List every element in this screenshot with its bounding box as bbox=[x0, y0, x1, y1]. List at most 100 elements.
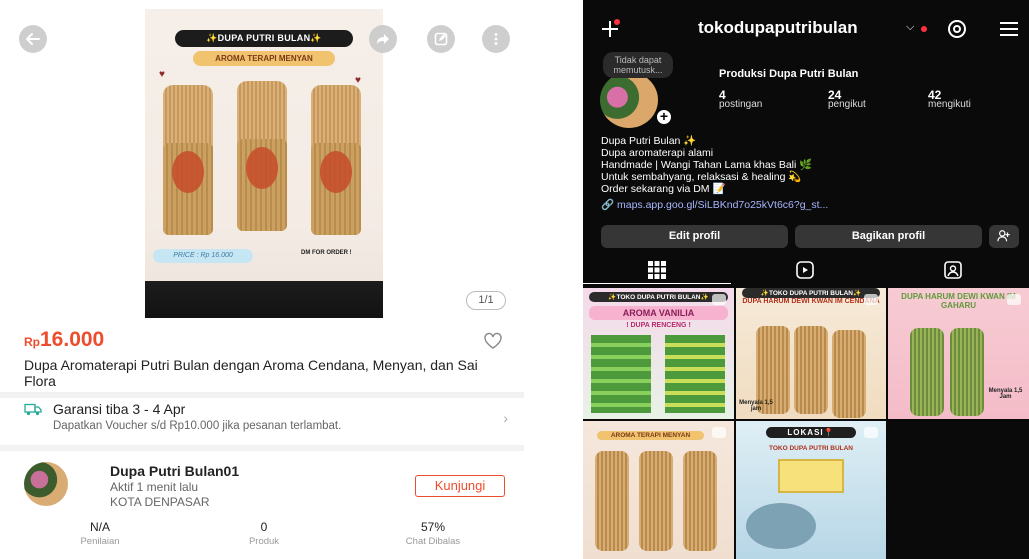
incense-pack bbox=[794, 326, 828, 414]
profile-link-text[interactable]: maps.app.goo.gl/SiLBKnd7o25kVt6c6?g_st..… bbox=[617, 199, 828, 211]
arrow-left-icon bbox=[26, 33, 40, 45]
bio-line: Order sekarang via DM 📝 bbox=[601, 183, 726, 195]
hamburger-menu-icon[interactable] bbox=[999, 21, 1019, 37]
reel-indicator-icon bbox=[864, 294, 878, 305]
post-thumbnail[interactable]: AROMA TERAPI MENYAN bbox=[583, 421, 734, 559]
back-button[interactable] bbox=[19, 25, 47, 53]
map-graphic bbox=[778, 459, 844, 493]
follower-count-label[interactable]: pengikut bbox=[828, 99, 866, 110]
post-caption: AROMA TERAPI MENYAN bbox=[597, 431, 704, 440]
decor-heart-icon: ♥ bbox=[355, 75, 361, 86]
bio-line: Handmade | Wangi Tahan Lama khas Bali 🌿 bbox=[601, 159, 813, 171]
active-tab-indicator bbox=[583, 283, 731, 284]
link-icon: 🔗 bbox=[601, 199, 615, 211]
edit-button[interactable] bbox=[427, 25, 455, 53]
stat-value: 0 bbox=[260, 520, 268, 534]
add-person-icon bbox=[997, 230, 1010, 242]
more-vertical-icon bbox=[494, 33, 498, 45]
decor-heart-icon: ♥ bbox=[159, 69, 165, 80]
image-order-cta: DM FOR ORDER ! bbox=[301, 250, 352, 256]
product-page: ✨DUPA PUTRI BULAN✨ AROMA TERAPI MENYAN ♥… bbox=[0, 0, 524, 559]
section-divider bbox=[0, 392, 524, 398]
visit-store-button[interactable]: Kunjungi bbox=[415, 475, 505, 497]
image-subtitle-text: AROMA TERAPI MENYAN bbox=[193, 51, 335, 66]
reels-tab-icon[interactable] bbox=[795, 260, 815, 280]
share-arrow-icon bbox=[377, 34, 389, 44]
bio-line: Dupa aromaterapi alami bbox=[601, 147, 714, 159]
reel-indicator-icon bbox=[1007, 294, 1021, 305]
product-pile bbox=[591, 335, 651, 413]
truck-icon bbox=[24, 403, 42, 416]
price-value: 16.000 bbox=[40, 328, 105, 351]
share-profile-button[interactable]: Bagikan profil bbox=[795, 225, 982, 248]
add-person-button[interactable] bbox=[989, 225, 1019, 248]
incense-pack bbox=[595, 451, 629, 551]
profile-display-name: Produksi Dupa Putri Bulan bbox=[719, 68, 859, 80]
store-stat-products: 0 Produk bbox=[204, 520, 324, 547]
threads-icon[interactable] bbox=[946, 18, 968, 40]
stat-label: Chat Dibalas bbox=[405, 536, 461, 547]
store-avatar[interactable] bbox=[24, 462, 68, 506]
post-thumbnail[interactable]: DUPA HARUM DEWI KWAN IM GAHARU Menyala 1… bbox=[888, 288, 1029, 419]
post-thumbnail[interactable]: ✨TOKO DUPA PUTRI BULAN✨ DUPA HARUM DEWI … bbox=[736, 288, 886, 419]
image-price-tag: PRICE : Rp 16.000 bbox=[153, 249, 253, 263]
post-caption: ✨TOKO DUPA PUTRI BULAN✨ bbox=[589, 292, 728, 302]
add-story-icon[interactable]: + bbox=[654, 107, 674, 127]
share-button[interactable] bbox=[369, 25, 397, 53]
store-photo bbox=[746, 503, 816, 549]
stat-label: Produk bbox=[248, 536, 280, 547]
image-counter: 1/1 bbox=[466, 291, 506, 310]
stat-value: 57% bbox=[420, 520, 446, 534]
image-banner-text: ✨DUPA PUTRI BULAN✨ bbox=[175, 30, 353, 47]
product-image[interactable]: ✨DUPA PUTRI BULAN✨ AROMA TERAPI MENYAN ♥… bbox=[145, 9, 383, 318]
product-image-area: ✨DUPA PUTRI BULAN✨ AROMA TERAPI MENYAN ♥… bbox=[0, 0, 524, 318]
reel-indicator-icon bbox=[712, 427, 726, 438]
post-caption: TOKO DUPA PUTRI BULAN bbox=[768, 445, 854, 452]
store-name[interactable]: Dupa Putri Bulan01 bbox=[110, 463, 239, 479]
shipping-subtitle: Dapatkan Voucher s/d Rp10.000 jika pesan… bbox=[53, 420, 342, 432]
following-count-label[interactable]: mengikuti bbox=[928, 99, 971, 110]
incense-pack-1 bbox=[163, 85, 213, 235]
chevron-right-icon: › bbox=[503, 410, 508, 426]
post-count-label: postingan bbox=[719, 99, 763, 110]
post-caption: AROMA VANILIA bbox=[589, 306, 728, 320]
note-bubble[interactable]: Tidak dapat memutusk... bbox=[603, 52, 673, 78]
section-divider bbox=[0, 445, 524, 451]
heart-icon[interactable] bbox=[483, 332, 503, 350]
product-pile bbox=[665, 335, 725, 413]
create-post-icon[interactable] bbox=[599, 18, 621, 40]
edit-icon bbox=[434, 32, 448, 46]
store-city: KOTA DENPASAR bbox=[110, 495, 210, 509]
incense-pack-3 bbox=[311, 85, 361, 235]
product-price: Rp16.000 bbox=[24, 328, 104, 352]
post-thumbnail[interactable]: ✨TOKO DUPA PUTRI BULAN✨ AROMA VANILIA ! … bbox=[583, 288, 734, 419]
shipping-title: Garansi tiba 3 - 4 Apr bbox=[53, 401, 186, 417]
incense-pack bbox=[950, 328, 984, 416]
profile-username[interactable]: tokodupaputribulan bbox=[698, 18, 858, 38]
chevron-down-icon[interactable]: ⌵ bbox=[906, 21, 914, 34]
post-caption: LOKASI📍 bbox=[766, 427, 856, 438]
post-caption: ✨TOKO DUPA PUTRI BULAN✨ bbox=[742, 288, 880, 298]
post-caption: DUPA HARUM DEWI KWAN IM CENDANA bbox=[742, 298, 880, 305]
more-button[interactable] bbox=[482, 25, 510, 53]
grid-tab-icon[interactable] bbox=[647, 260, 667, 280]
shipping-guarantee-row[interactable]: Garansi tiba 3 - 4 Apr Dapatkan Voucher … bbox=[24, 401, 508, 437]
edit-profile-button[interactable]: Edit profil bbox=[601, 225, 788, 248]
post-thumbnail[interactable]: LOKASI📍 TOKO DUPA PUTRI BULAN bbox=[736, 421, 886, 559]
tagged-tab-icon[interactable] bbox=[943, 260, 963, 280]
profile-link[interactable]: 🔗 maps.app.goo.gl/SiLBKnd7o25kVt6c6?g_st… bbox=[601, 198, 828, 211]
incense-pack-2 bbox=[237, 81, 287, 231]
reel-indicator-icon bbox=[864, 427, 878, 438]
instagram-profile: tokodupaputribulan ⌵ Tidak dapat memutus… bbox=[583, 0, 1029, 559]
price-currency: Rp bbox=[24, 335, 40, 349]
store-active-status: Aktif 1 menit lalu bbox=[110, 480, 199, 494]
product-title: Dupa Aromaterapi Putri Bulan dengan Arom… bbox=[24, 357, 478, 389]
bio-line: Dupa Putri Bulan ✨ bbox=[601, 135, 697, 147]
post-caption: DUPA HARUM DEWI KWAN IM GAHARU bbox=[901, 292, 1016, 310]
incense-pack bbox=[683, 451, 717, 551]
incense-pack bbox=[639, 451, 673, 551]
incense-pack bbox=[832, 330, 866, 418]
profile-bio: Dupa Putri Bulan ✨ Dupa aromaterapi alam… bbox=[601, 135, 812, 195]
profile-avatar[interactable] bbox=[600, 72, 658, 128]
notification-dot bbox=[921, 26, 927, 32]
